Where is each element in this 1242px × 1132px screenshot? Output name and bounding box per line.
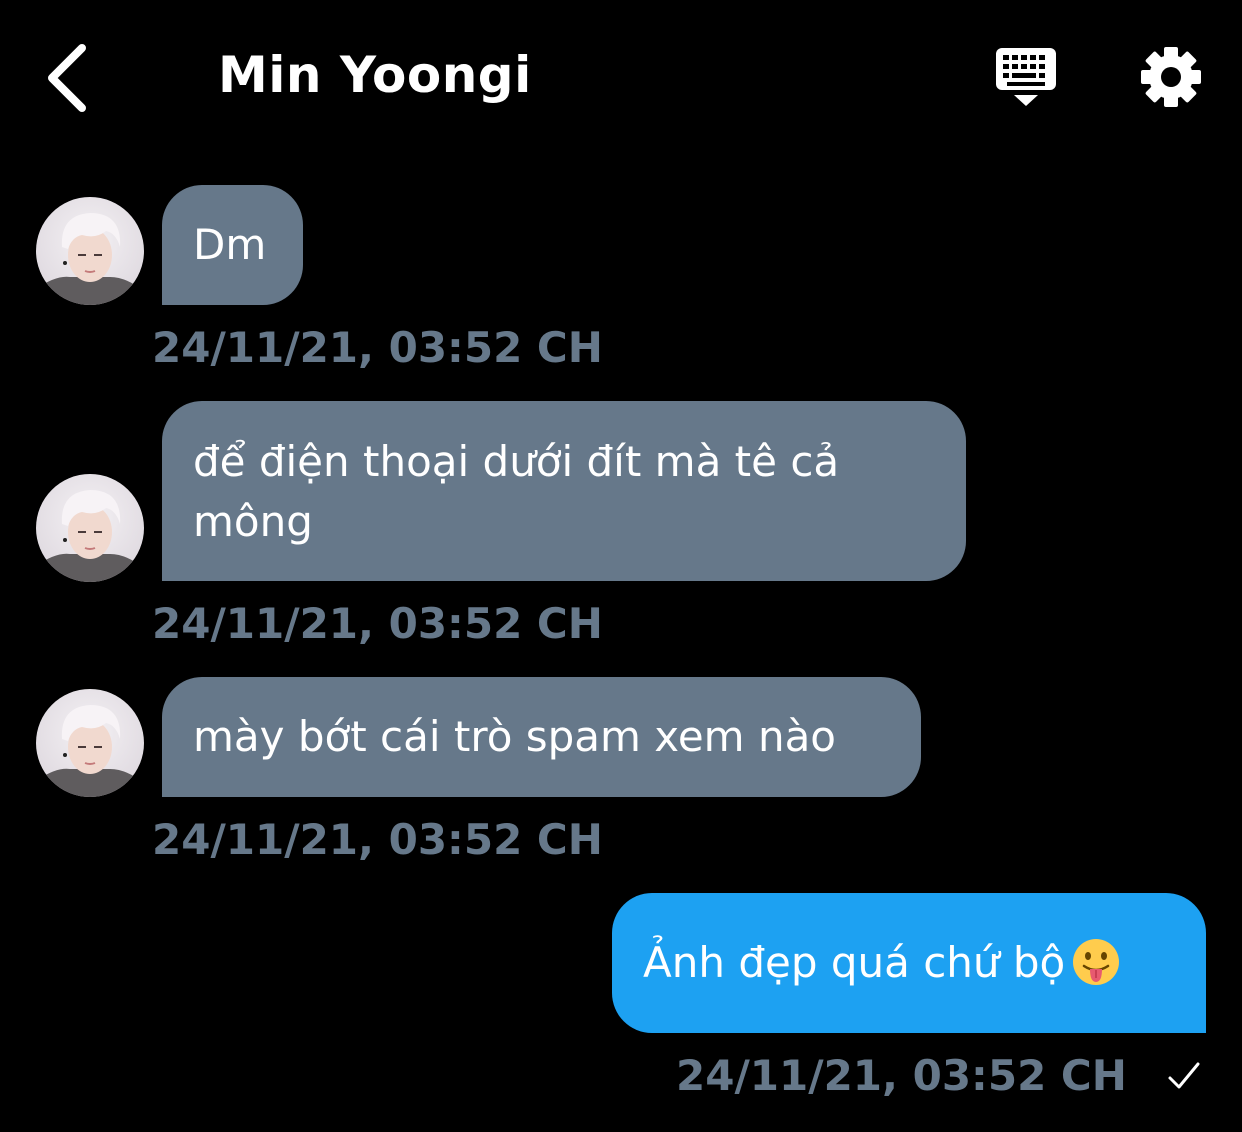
message-timestamp: 24/11/21, 03:52 CH (152, 599, 603, 648)
message-bubble[interactable]: để điện thoại dưới đít mà tê cả mông (162, 401, 966, 581)
face-with-tongue-emoji (1071, 937, 1121, 987)
gear-icon (1141, 47, 1201, 107)
message-bubble[interactable]: Dm (162, 185, 303, 305)
message-bubble[interactable]: mày bớt cái trò spam xem nào (162, 677, 921, 797)
message-text-line: Ảnh đẹp quá chứ bộ (643, 938, 1066, 987)
chevron-left-icon (48, 44, 86, 112)
message-timestamp: 24/11/21, 03:52 CH (152, 323, 603, 372)
message-timestamp: 24/11/21, 03:52 CH (152, 815, 603, 864)
keyboard-toggle-button[interactable] (990, 44, 1062, 110)
avatar[interactable] (36, 689, 144, 797)
message-bubble-outgoing[interactable]: Ảnh đẹp quá chứ bộ (612, 893, 1206, 1033)
message-text-line: mày bớt cái trò spam xem nào (193, 712, 837, 761)
back-button[interactable] (36, 40, 100, 112)
settings-button[interactable] (1136, 42, 1206, 112)
avatar[interactable] (36, 474, 144, 582)
message-timestamp: 24/11/21, 03:52 CH (676, 1051, 1127, 1100)
message-text-line: để điện thoại dưới đít mà tê cả (193, 437, 840, 486)
keyboard-hide-icon (996, 48, 1056, 106)
conversation-header: Min Yoongi (0, 0, 1242, 150)
checkmark-icon (1168, 1062, 1200, 1089)
delivered-status (1166, 1058, 1202, 1094)
message-text-line: mông (193, 497, 313, 546)
message-text-line: Dm (193, 220, 267, 269)
conversation-title: Min Yoongi (218, 46, 532, 104)
avatar[interactable] (36, 197, 144, 305)
